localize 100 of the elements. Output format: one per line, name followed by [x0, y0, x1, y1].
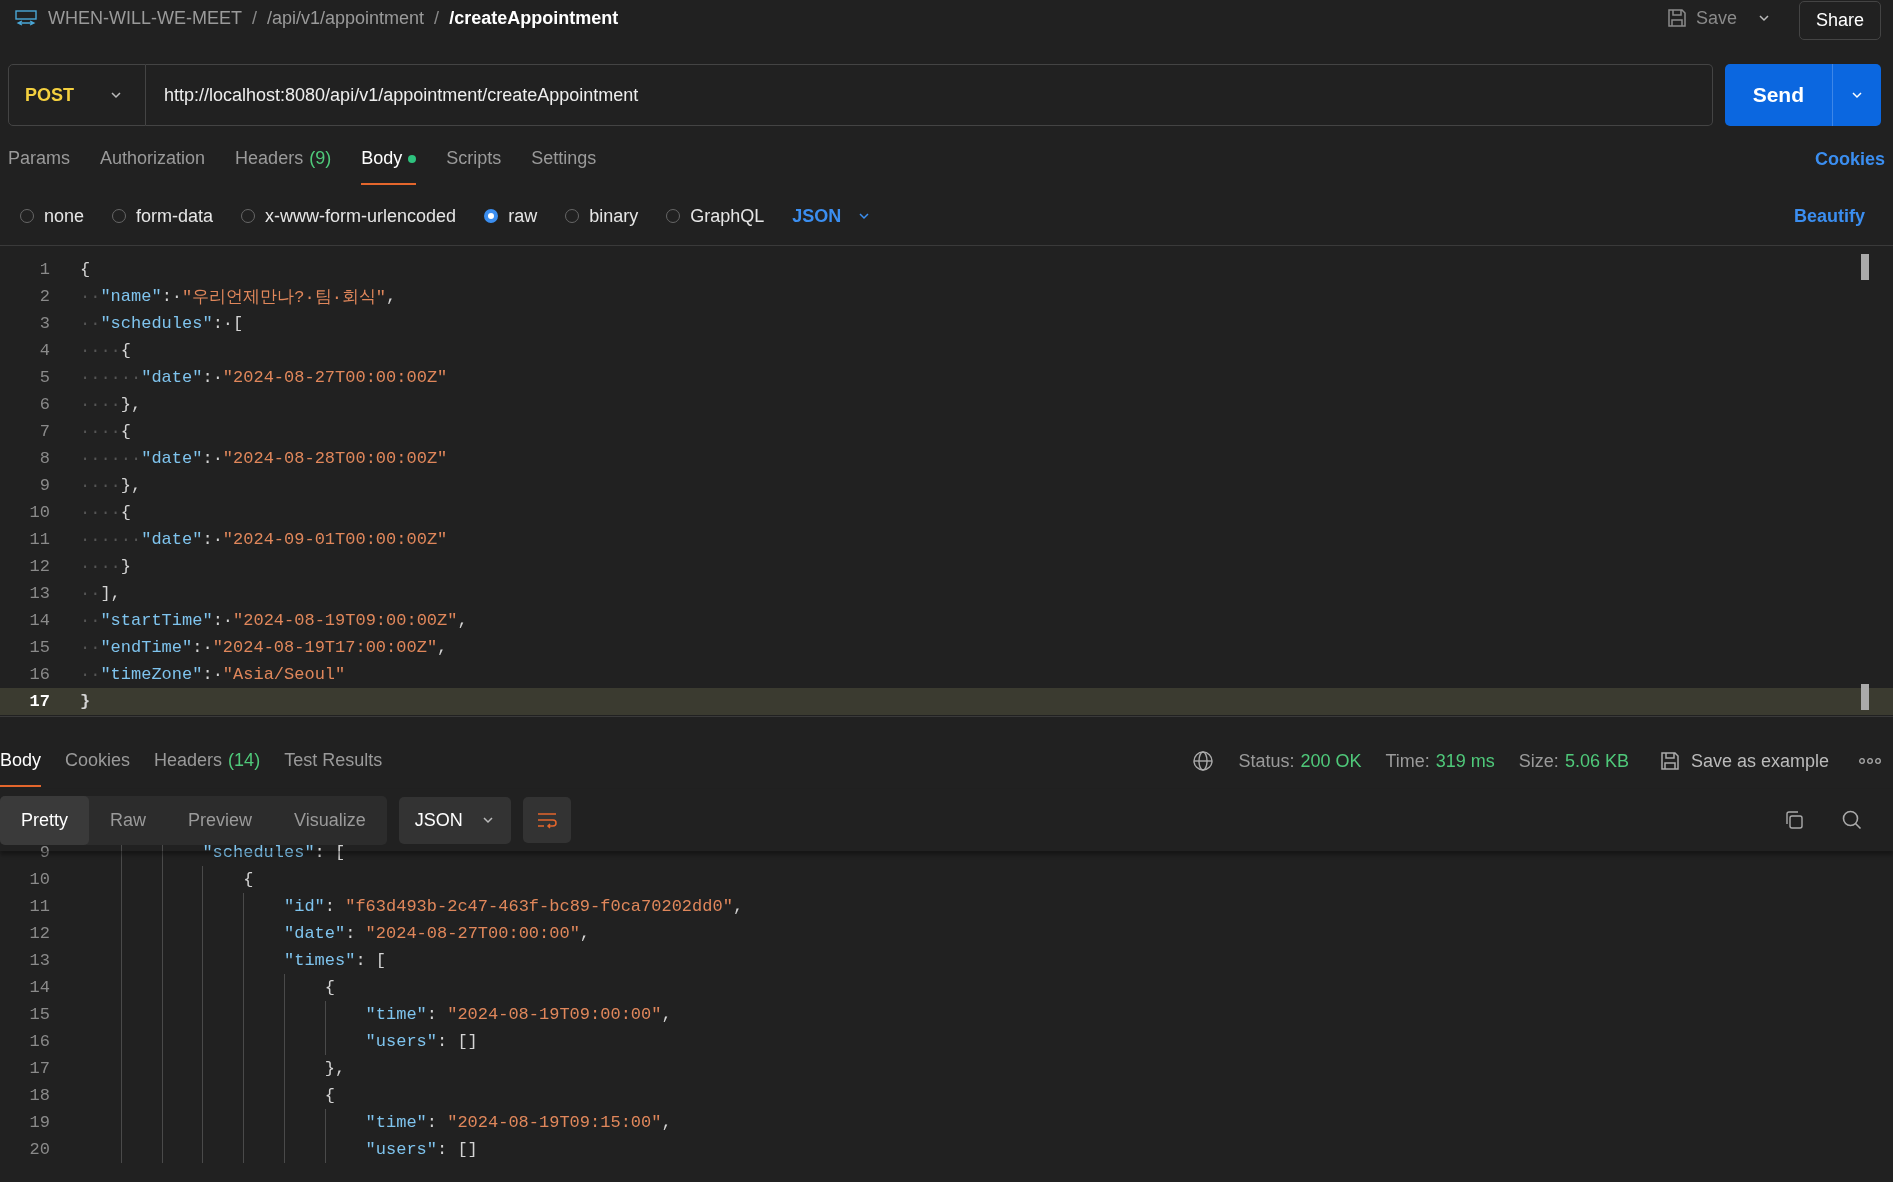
meta-label: Size: — [1518, 750, 1559, 772]
share-button[interactable]: Share — [1798, 0, 1881, 40]
view-mode-tab[interactable]: Visualize — [273, 795, 387, 845]
format-dropdown[interactable]: JSON — [398, 796, 511, 844]
line-number: 10 — [28, 870, 51, 889]
json-punctuation: ], — [100, 584, 121, 603]
breadcrumb-separator: / — [434, 7, 440, 29]
whitespace-marker: ·· — [80, 638, 101, 657]
whitespace-marker: ···· — [80, 395, 121, 414]
request-tab[interactable]: Settings — [531, 134, 597, 185]
line-number: 1 — [38, 260, 51, 279]
line-number: 11 — [28, 530, 51, 549]
json-key: "users" — [365, 1032, 437, 1051]
request-tab[interactable]: Scripts — [446, 134, 502, 185]
json-punctuation: , — [732, 897, 744, 916]
format-dropdown[interactable]: JSON — [792, 205, 872, 227]
response-tab[interactable]: Body — [0, 735, 42, 787]
json-punctuation: : [] — [437, 1140, 478, 1159]
copy-icon[interactable] — [1783, 809, 1805, 831]
breadcrumb-separator: / — [252, 7, 257, 29]
json-punctuation: , — [437, 638, 448, 657]
whitespace-marker: ······ — [80, 449, 142, 468]
method-dropdown[interactable]: POST — [8, 64, 146, 126]
json-string: "우리언제만나?·팀·회식" — [182, 287, 387, 308]
line-number: 8 — [38, 449, 51, 468]
whitespace-marker: ·· — [80, 611, 101, 630]
response-tab[interactable]: Headers (14) — [154, 735, 261, 787]
beautify-link[interactable]: Beautify — [1794, 205, 1865, 227]
radio-button[interactable] — [484, 209, 499, 223]
json-punctuation: :· — [202, 449, 223, 468]
scrollbar-thumb[interactable] — [1861, 684, 1869, 710]
save-as-example-button[interactable]: Save as example — [1652, 749, 1835, 773]
json-punctuation: : — [426, 1005, 438, 1024]
line-number: 9 — [38, 843, 51, 862]
json-key: "endTime" — [100, 638, 193, 657]
breadcrumb-link[interactable]: /api/v1/appointment — [267, 7, 425, 29]
line-number: 2 — [38, 287, 51, 306]
whitespace-marker: ···· — [80, 422, 121, 441]
json-key: "id" — [284, 897, 325, 916]
request-tab[interactable]: Headers (9) — [235, 134, 332, 185]
json-string: "2024-08-19T17:00:00Z" — [212, 638, 438, 657]
json-key: "users" — [365, 1140, 437, 1159]
cookies-link[interactable]: Cookies — [1814, 149, 1885, 170]
json-string: "2024-09-01T00:00:00Z" — [222, 530, 448, 549]
breadcrumb-link[interactable]: WHEN-WILL-WE-MEET — [48, 7, 242, 29]
view-mode-tab[interactable]: Pretty — [0, 795, 89, 845]
radio-label: raw — [508, 205, 538, 227]
json-string: "2024-08-27T00:00:00Z" — [222, 368, 448, 387]
json-string: "2024-08-27T00:00:00" — [365, 924, 580, 943]
radio-label: form-data — [136, 205, 214, 227]
save-button[interactable]: Save — [1655, 7, 1747, 29]
json-punctuation: { — [324, 1086, 335, 1105]
json-string: "2024-08-28T00:00:00Z" — [222, 449, 448, 468]
json-key: "date" — [141, 368, 203, 387]
json-punctuation: : — [345, 924, 357, 943]
line-number: 14 — [28, 978, 51, 997]
url-field[interactable]: http://localhost:8080/api/v1/appointment/createAppointment — [146, 64, 1713, 126]
request-tab[interactable]: Params — [8, 134, 70, 185]
globe-icon[interactable] — [1192, 750, 1215, 772]
search-icon[interactable] — [1841, 809, 1863, 831]
response-tab[interactable]: Test Results — [284, 735, 383, 787]
line-number: 17 — [28, 1059, 51, 1078]
line-number: 10 — [28, 503, 51, 522]
more-icon[interactable] — [1859, 757, 1881, 765]
view-mode-tab[interactable]: Preview — [167, 795, 274, 845]
whitespace-marker: ···· — [80, 476, 121, 495]
whitespace-marker: ···· — [80, 557, 121, 576]
json-key: "name" — [100, 287, 162, 306]
request-body-editor[interactable] — [0, 245, 1893, 717]
request-tab[interactable]: Authorization — [100, 134, 206, 185]
line-number: 18 — [28, 1086, 51, 1105]
whitespace-marker: ······ — [80, 368, 142, 387]
whitespace-marker: ·· — [80, 584, 101, 603]
json-punctuation: : — [426, 1113, 438, 1132]
response-tab[interactable]: Cookies — [65, 735, 131, 787]
json-punctuation: :· — [212, 611, 234, 630]
line-number: 5 — [38, 368, 51, 387]
line-number: 15 — [28, 638, 51, 657]
json-punctuation: :· — [202, 368, 223, 387]
view-mode-tab[interactable]: Raw — [89, 795, 168, 845]
meta-value: 319 ms — [1435, 750, 1495, 772]
scrollbar-thumb[interactable] — [1861, 254, 1869, 280]
json-key: "schedules" — [100, 314, 213, 333]
line-number: 16 — [28, 1032, 51, 1051]
json-punctuation: :· — [202, 530, 223, 549]
json-punctuation: }, — [120, 476, 142, 495]
wrap-lines-button[interactable] — [522, 797, 571, 843]
json-string: "f63d493b-2c47-463f-bc89-f0ca70202dd0" — [345, 897, 733, 916]
json-punctuation: : [ — [355, 951, 386, 970]
json-punctuation: : — [324, 897, 336, 916]
json-punctuation: , — [579, 924, 591, 943]
line-number: 12 — [28, 924, 51, 943]
line-number: 17 — [28, 692, 51, 711]
json-key: "date" — [284, 924, 346, 943]
json-punctuation: , — [386, 287, 397, 306]
json-punctuation: { — [324, 978, 335, 997]
request-tab[interactable]: Body — [361, 134, 417, 185]
json-key: "time" — [365, 1005, 427, 1024]
http-icon — [14, 8, 38, 28]
line-number: 19 — [28, 1113, 51, 1132]
